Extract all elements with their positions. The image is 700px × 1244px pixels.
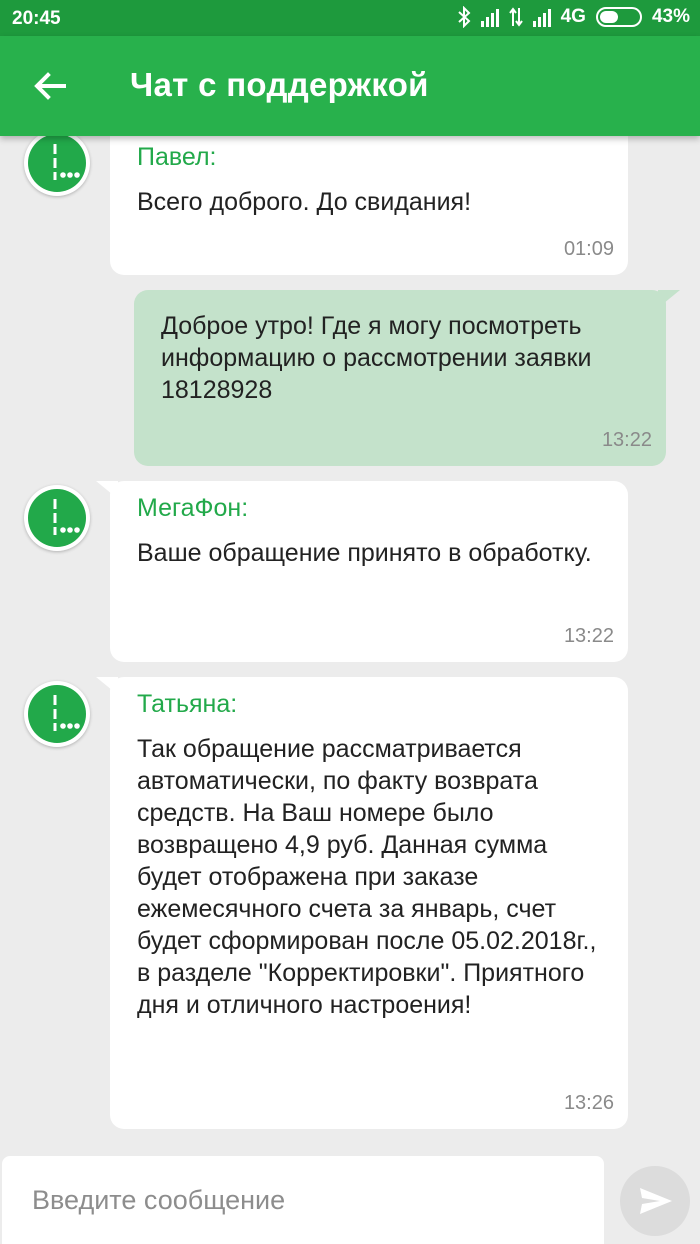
app-bar: Чат с поддержкой: [0, 36, 700, 136]
arrow-left-icon[interactable]: [30, 66, 70, 106]
message-bubble-outgoing: Доброе утро! Где я могу посмотреть инфор…: [134, 290, 680, 466]
message-text: Доброе утро! Где я могу посмотреть инфор…: [161, 312, 592, 404]
message-bubble-incoming: Татьяна: Так обращение рассматривается а…: [96, 677, 628, 1129]
battery-icon: [595, 7, 642, 27]
megafon-logo-icon: [53, 499, 80, 535]
battery-level: 43%: [651, 6, 690, 27]
message-field-container: [2, 1156, 604, 1244]
status-icons: 4G 43%: [457, 6, 690, 28]
message-time: 13:26: [563, 1092, 614, 1114]
message-time: 13:22: [563, 625, 614, 647]
bluetooth-icon: [457, 6, 471, 28]
page-title: Чат с поддержкой: [130, 66, 429, 103]
message-text: Всего доброго. До свидания!: [137, 188, 472, 216]
message-bubble-incoming: МегаФон: Ваше обращение принято в обрабо…: [96, 481, 628, 662]
status-time: 20:45: [12, 8, 61, 29]
signal-icon-2: [532, 7, 551, 27]
message-text: Так обращение рассматривается автоматиче…: [137, 735, 597, 1019]
message-bubble-incoming: Павел: Всего доброго. До свидания! 01:09: [96, 136, 628, 275]
send-icon: [640, 1188, 672, 1214]
message-time: 13:22: [601, 429, 652, 451]
avatar: [24, 485, 90, 551]
network-type: 4G: [560, 6, 586, 27]
message-time: 01:09: [563, 238, 614, 260]
message-sender: Татьяна:: [137, 690, 238, 718]
message-composer: [0, 1152, 700, 1244]
avatar: [24, 136, 90, 196]
signal-icon: [480, 7, 499, 27]
megafon-logo-icon: [53, 695, 80, 731]
megafon-logo-icon: [53, 144, 80, 180]
chat-message-list[interactable]: Павел: Всего доброго. До свидания! 01:09…: [0, 136, 700, 1152]
message-sender: Павел:: [137, 143, 217, 171]
status-bar: 20:45 4G 43%: [0, 0, 700, 36]
message-sender: МегаФон:: [137, 494, 249, 522]
message-text: Ваше обращение принято в обработку.: [137, 539, 592, 567]
avatar: [24, 681, 90, 747]
data-transfer-icon: [508, 7, 523, 27]
send-button[interactable]: [620, 1166, 690, 1236]
message-input[interactable]: [32, 1178, 572, 1222]
